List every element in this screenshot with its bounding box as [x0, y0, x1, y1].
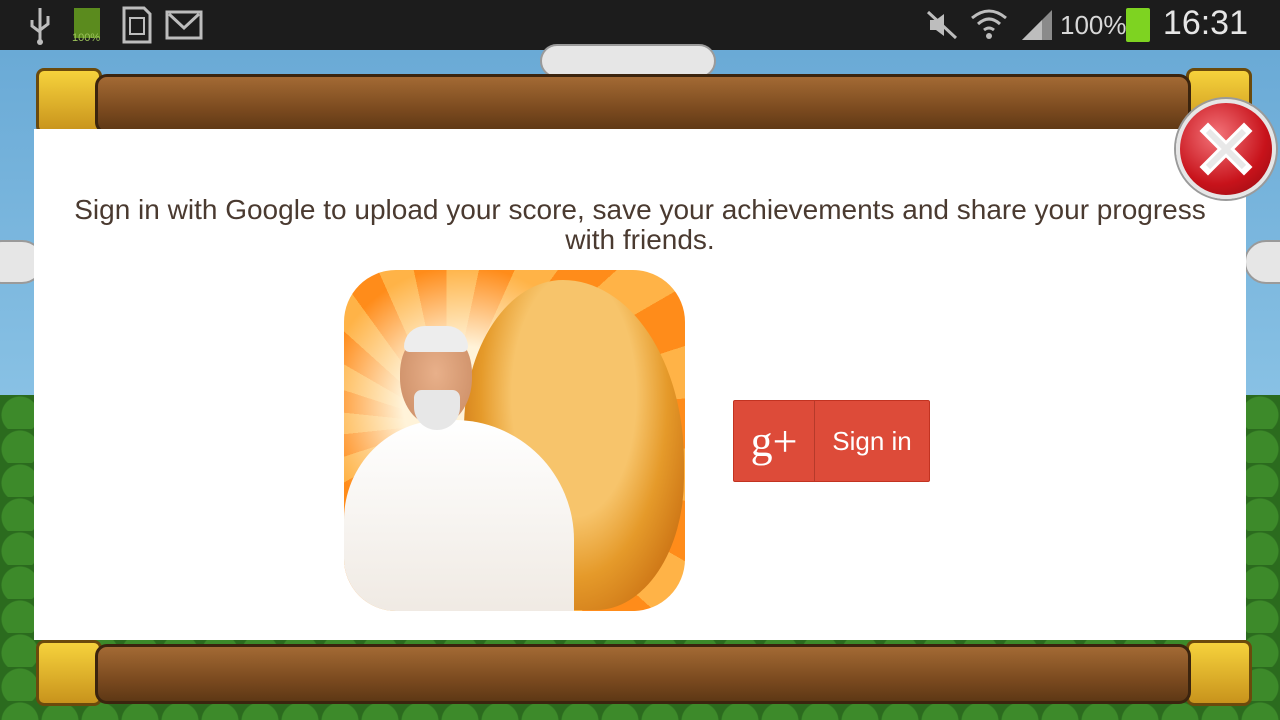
sd-card-icon	[122, 6, 152, 44]
google-plus-icon: g+	[734, 401, 815, 481]
signal-icon	[1022, 10, 1052, 40]
dialog-message: Sign in with Google to upload your score…	[74, 194, 1206, 255]
scroll-bottom-right-end	[1186, 640, 1252, 706]
google-plus-sign-in-button[interactable]: g+ Sign in	[733, 400, 930, 482]
mute-icon	[926, 10, 958, 40]
cloud	[1244, 240, 1280, 284]
cloud	[540, 44, 716, 78]
usb-icon	[30, 8, 50, 45]
battery-icon	[1126, 8, 1150, 42]
wifi-icon	[971, 9, 1007, 39]
scroll-top-rod	[95, 74, 1191, 134]
close-button[interactable]	[1176, 99, 1276, 199]
close-icon	[1199, 122, 1253, 176]
game-app-image	[344, 270, 685, 611]
gmail-icon	[165, 10, 203, 40]
battery-percent: 100%	[1060, 10, 1127, 40]
scroll-bottom-left-end	[36, 640, 102, 706]
battery-small-label: 100%	[72, 32, 101, 44]
scroll-top-left-end	[36, 68, 102, 134]
clock: 16:31	[1162, 4, 1248, 42]
scroll-bottom-rod	[95, 644, 1191, 704]
status-bar: 100% 100% 16:31	[0, 0, 1280, 50]
person-hair	[404, 326, 468, 352]
sign-in-dialog: Sign in with Google to upload your score…	[34, 129, 1246, 640]
sign-in-label: Sign in	[832, 425, 912, 456]
